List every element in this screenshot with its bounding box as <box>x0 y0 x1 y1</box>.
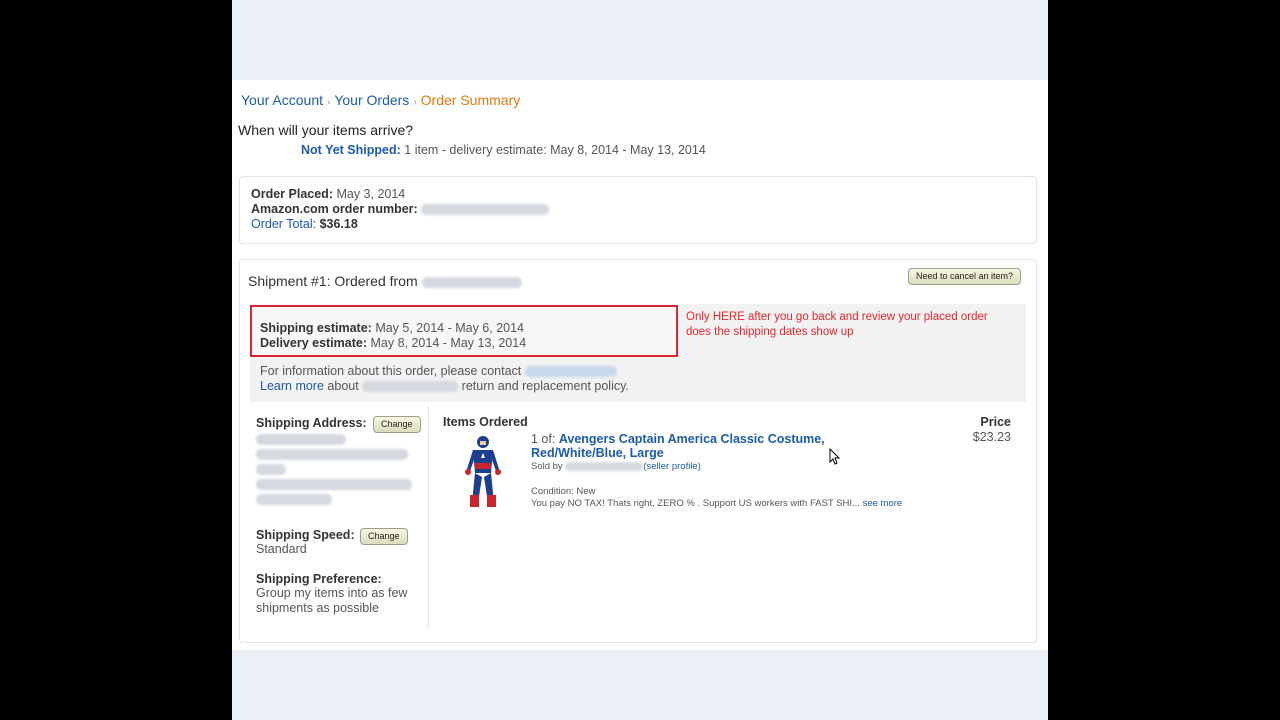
shipping-preference-label: Shipping Preference: <box>256 572 382 586</box>
mouse-pointer-icon <box>829 448 841 465</box>
annotation-line-2: does the shipping dates show up <box>686 326 854 338</box>
contact-info-text: For information about this order, please… <box>260 364 522 378</box>
not-yet-shipped-label: Not Yet Shipped: <box>301 143 401 157</box>
breadcrumb-your-account[interactable]: Your Account <box>241 92 323 108</box>
breadcrumb-separator: › <box>413 97 417 108</box>
shipping-estimate-value: May 5, 2014 - May 6, 2014 <box>375 321 525 335</box>
redacted-address <box>256 434 412 505</box>
column-divider <box>428 406 429 628</box>
item-description: You pay NO TAX! Thats right, ZERO % . Su… <box>531 498 860 509</box>
sold-by-label: Sold by <box>531 461 563 472</box>
items-ordered-header: Items Ordered <box>443 415 528 429</box>
items-ordered-section: Items Ordered Price 1 of: Avengers Capta… <box>443 415 1023 535</box>
redacted-order-number <box>421 204 550 216</box>
order-placed-value: May 3, 2014 <box>336 187 406 201</box>
shipment-estimate-area: Shipping estimate: May 5, 2014 - May 6, … <box>250 304 1026 402</box>
order-total-link[interactable]: Order Total: <box>251 217 316 231</box>
learn-more-link[interactable]: Learn more <box>260 379 324 393</box>
delivery-estimate-row: Delivery estimate: May 8, 2014 - May 13,… <box>260 336 526 350</box>
breadcrumb-separator: › <box>327 97 331 108</box>
breadcrumb-order-summary: Order Summary <box>420 92 521 108</box>
estimate-highlight-box: Shipping estimate: May 5, 2014 - May 6, … <box>250 305 678 357</box>
shipping-address-section: Shipping Address: Change <box>256 416 426 528</box>
order-placed-label: Order Placed: <box>251 187 333 201</box>
breadcrumb: Your Account › Your Orders › Order Summary <box>241 92 520 108</box>
sold-by-line: Sold by (seller profile) <box>531 461 851 472</box>
order-number-row: Amazon.com order number: <box>251 202 550 216</box>
return-policy-text: return and replacement policy. <box>461 379 629 393</box>
item-price: $23.23 <box>972 430 1011 444</box>
delivery-estimate-value: May 8, 2014 - May 13, 2014 <box>370 336 527 350</box>
shipping-speed-section: Shipping Speed: Change Standard <box>256 528 426 572</box>
shipping-preference-section: Shipping Preference: Group my items into… <box>256 572 426 616</box>
order-number-label: Amazon.com order number: <box>251 202 418 216</box>
order-total-row: Order Total: $36.18 <box>251 217 358 231</box>
arrival-question: When will your items arrive? <box>238 122 414 138</box>
item-quantity: 1 of: <box>531 432 556 446</box>
contact-info-line: For information about this order, please… <box>260 364 617 378</box>
see-more-link[interactable]: see more <box>863 498 903 509</box>
item-details: 1 of: Avengers Captain America Classic C… <box>531 432 902 509</box>
redacted-seller-name <box>565 461 644 471</box>
redacted-seller-link[interactable] <box>524 366 617 378</box>
shipment-box: Shipment #1: Ordered from Need to cancel… <box>239 259 1037 643</box>
delivery-estimate-label: Delivery estimate: <box>260 336 368 350</box>
shipment-title: Shipment #1: Ordered from <box>248 273 418 289</box>
shipping-details-column: Shipping Address: Change Shipping Speed:… <box>256 416 426 616</box>
item-condition: Condition: New <box>531 486 596 497</box>
annotation-line-1: Only HERE after you go back and review y… <box>686 311 988 323</box>
shipping-address-label: Shipping Address: <box>256 416 367 430</box>
price-header: Price <box>980 415 1011 429</box>
change-address-button[interactable]: Change <box>373 416 421 433</box>
shipment-title-row: Shipment #1: Ordered from <box>248 273 522 289</box>
breadcrumb-your-orders[interactable]: Your Orders <box>334 92 409 108</box>
order-placed-row: Order Placed: May 3, 2014 <box>251 187 405 201</box>
shipping-speed-label: Shipping Speed: <box>256 528 355 542</box>
seller-profile-link[interactable]: (seller profile) <box>643 461 701 472</box>
order-summary-content: Your Account › Your Orders › Order Summary W… <box>232 80 1048 650</box>
learn-more-line: Learn more about return and replacement … <box>260 379 629 393</box>
redacted-seller-name <box>362 381 459 393</box>
product-image[interactable] <box>461 433 505 511</box>
shipping-estimate-label: Shipping estimate: <box>260 321 372 335</box>
not-yet-shipped-text: 1 item - delivery estimate: May 8, 2014 … <box>404 143 706 157</box>
shipping-preference-value: Group my items into as few shipments as … <box>256 586 408 615</box>
shipping-estimate-row: Shipping estimate: May 5, 2014 - May 6, … <box>260 321 524 335</box>
not-yet-shipped-line: Not Yet Shipped: 1 item - delivery estim… <box>301 143 706 157</box>
annotation-note: Only HERE after you go back and review y… <box>686 310 988 340</box>
page: Your Account › Your Orders › Order Summary W… <box>232 0 1048 720</box>
order-total-value: $36.18 <box>319 217 358 231</box>
change-speed-button[interactable]: Change <box>360 528 408 545</box>
cancel-item-button[interactable]: Need to cancel an item? <box>908 268 1022 285</box>
learn-more-about: about <box>327 379 359 393</box>
item-title-link[interactable]: Avengers Captain America Classic Costume… <box>531 432 825 460</box>
item-description-line: You pay NO TAX! Thats right, ZERO % . Su… <box>531 498 931 509</box>
order-info-box: Order Placed: May 3, 2014 Amazon.com ord… <box>239 176 1037 244</box>
redacted-seller-name <box>421 276 522 288</box>
